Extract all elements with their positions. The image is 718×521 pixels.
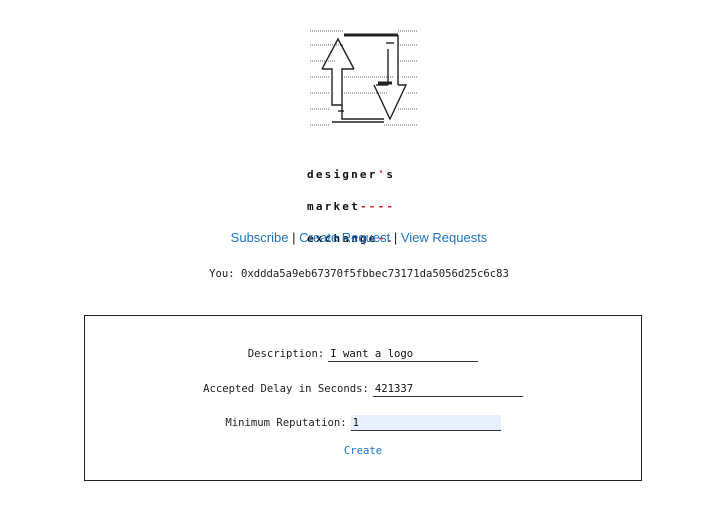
create-button[interactable]: Create <box>344 445 382 457</box>
description-label: Description: <box>247 348 325 360</box>
brand-line-2: market---- <box>307 199 395 215</box>
brand-text: designer's market---- exchange-. <box>307 151 395 263</box>
brand-line-1: designer's <box>307 167 395 183</box>
account-address: 0xddda5a9eb67370f5fbbec73171da5056d25c6c… <box>241 268 509 280</box>
nav-separator: | <box>292 230 296 245</box>
brand-word-market: market <box>307 200 360 213</box>
brand-word-designer: designer <box>307 168 378 181</box>
brand-dashes: ---- <box>359 200 396 213</box>
reputation-label: Minimum Reputation: <box>225 417 347 429</box>
reputation-row: Minimum Reputation: <box>85 415 641 431</box>
account-label: You: <box>209 268 235 280</box>
create-request-form: Description: Accepted Delay in Seconds: … <box>84 315 642 481</box>
delay-input[interactable] <box>372 381 523 397</box>
create-request-link[interactable]: Create Request <box>299 230 390 245</box>
nav-bar: Subscribe | Create Request | View Reques… <box>0 230 718 245</box>
subscribe-link[interactable]: Subscribe <box>231 230 289 245</box>
view-requests-link[interactable]: View Requests <box>401 230 487 245</box>
delay-row: Accepted Delay in Seconds: <box>85 381 641 397</box>
create-row: Create <box>85 445 641 457</box>
delay-label: Accepted Delay in Seconds: <box>203 383 369 395</box>
brand-word-s: s <box>386 168 396 181</box>
description-row: Description: <box>85 346 641 362</box>
logo-icon <box>310 30 418 126</box>
description-input[interactable] <box>328 346 479 362</box>
account-line: You: 0xddda5a9eb67370f5fbbec73171da5056d… <box>0 268 718 280</box>
reputation-input[interactable] <box>350 415 501 431</box>
nav-separator: | <box>393 230 398 245</box>
